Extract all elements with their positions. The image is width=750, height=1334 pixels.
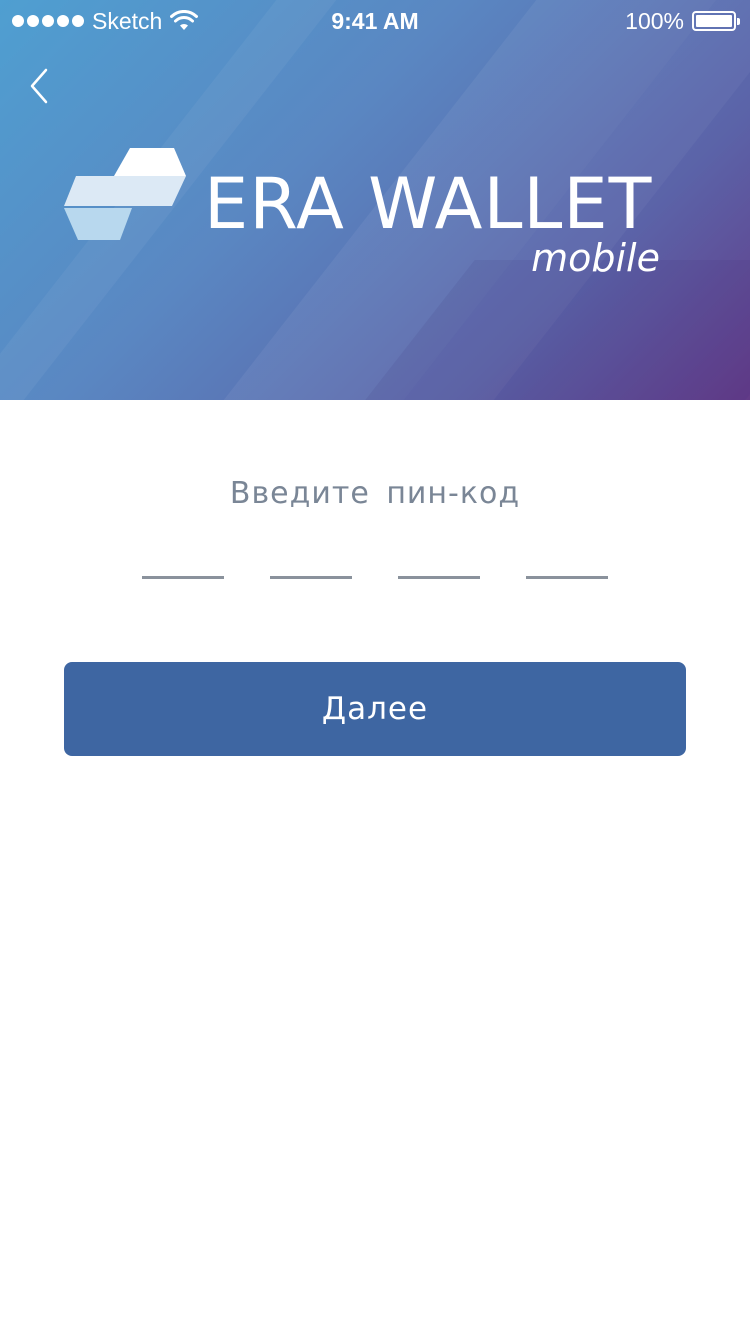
- pin-digit-3[interactable]: [398, 576, 480, 579]
- next-button[interactable]: Далее: [64, 662, 686, 756]
- pin-digit-2[interactable]: [270, 576, 352, 579]
- battery-icon: [692, 11, 740, 31]
- status-right: 100%: [625, 7, 740, 34]
- pin-prompt: Введите пин-код: [229, 476, 521, 511]
- pin-entry-screen: Sketch 9:41 AM 100% ERA WALLET mobile Вв…: [0, 0, 750, 1334]
- brand-name: ERA WALLET: [204, 163, 653, 245]
- era-wallet-logo-icon: [64, 148, 186, 240]
- status-bar: Sketch 9:41 AM 100%: [0, 0, 750, 40]
- battery-percent: 100%: [625, 7, 684, 34]
- pin-digit-1[interactable]: [142, 576, 224, 579]
- pin-digit-4[interactable]: [526, 576, 608, 579]
- chevron-left-icon: [30, 68, 48, 104]
- back-button[interactable]: [20, 62, 60, 110]
- header-banner: Sketch 9:41 AM 100% ERA WALLET mobile: [0, 0, 750, 400]
- brand-subtitle: mobile: [531, 236, 660, 280]
